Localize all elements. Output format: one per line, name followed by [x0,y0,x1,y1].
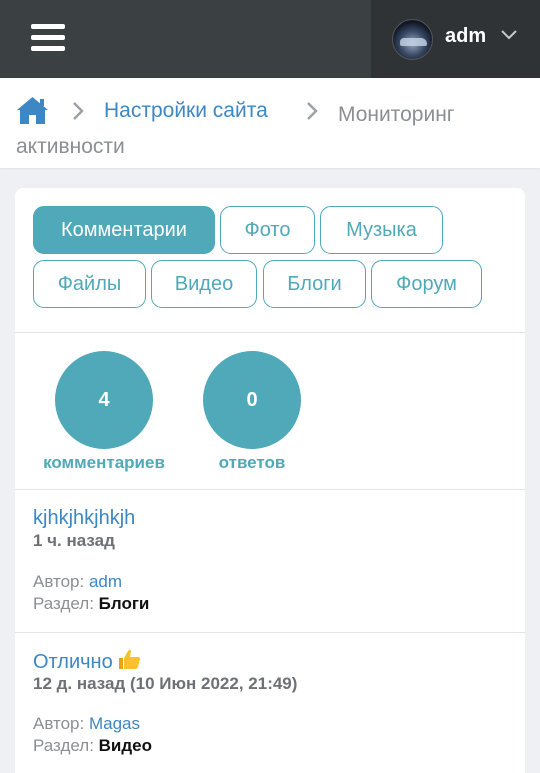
activity-card: Комментарии Фото Музыка Файлы Видео Блог… [15,188,525,773]
divider [15,489,525,490]
item-section: Раздел: Блоги [33,594,149,614]
item-title[interactable]: kjhkjhkjhkjh [33,507,135,530]
tab-files[interactable]: Файлы [33,260,146,308]
section-value: Блоги [98,594,150,613]
comments-count: 4 [55,351,153,449]
replies-count: 0 [203,351,301,449]
tab-forum[interactable]: Форум [371,260,482,308]
tab-blogs[interactable]: Блоги [263,260,366,308]
item-section: Раздел: Видео [33,736,152,756]
author-link[interactable]: adm [89,572,122,591]
divider [15,632,525,633]
tab-video[interactable]: Видео [151,260,257,308]
item-author: Автор: Magas [33,714,140,734]
item-time: 12 д. назад (10 Июн 2022, 21:49) [33,674,298,693]
chevron-down-icon [501,30,517,40]
replies-count-label: ответов [218,453,286,472]
comments-count-label: комментариев [43,453,165,472]
item-time: 1 ч. назад [33,531,115,550]
user-menu[interactable]: adm [371,0,540,78]
item-author: Автор: adm [33,572,122,592]
author-link[interactable]: Magas [89,714,140,733]
author-label: Автор: [33,572,85,591]
section-label: Раздел: [33,736,94,755]
thumbs-up-icon [118,649,140,669]
tab-comments[interactable]: Комментарии [33,206,215,254]
section-label: Раздел: [33,594,94,613]
avatar [392,19,433,60]
breadcrumb-current: Мониторинг активности [16,103,455,158]
item-title-text: Отлично [33,651,113,673]
section-value: Видео [98,736,153,755]
user-name: adm [445,25,487,47]
top-bar: adm [0,0,540,78]
breadcrumb: Настройки сайта Мониторинг активности [0,78,540,168]
tab-photo[interactable]: Фото [220,206,315,254]
tab-music[interactable]: Музыка [320,206,443,254]
hamburger-icon[interactable] [31,24,65,52]
author-label: Автор: [33,714,85,733]
divider [15,332,525,333]
item-title[interactable]: Отлично [33,648,141,674]
